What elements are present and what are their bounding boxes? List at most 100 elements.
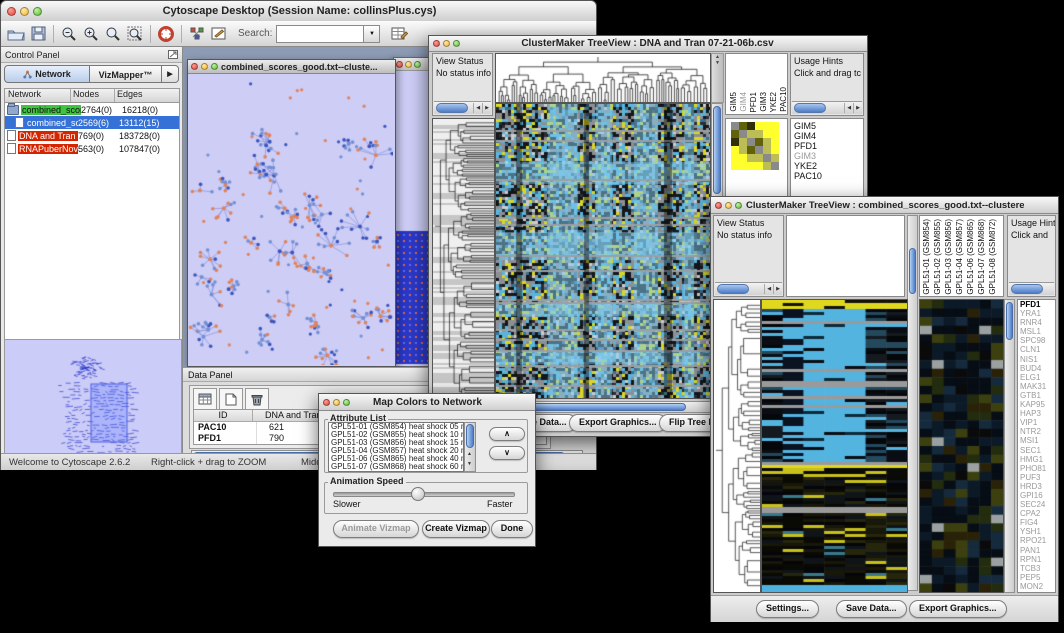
attribute-item[interactable]: GPL51-07 (GSM868) heat shock 60 min xyxy=(329,463,463,471)
attribute-list[interactable]: GPL51-01 (GSM854) heat shock 05 minGPL51… xyxy=(328,422,464,472)
zoom-fit-icon[interactable] xyxy=(124,24,146,44)
tv2-gene-label[interactable]: SEC24 xyxy=(1020,500,1055,509)
attribute-list-vscroll[interactable]: ▲ ▼ xyxy=(464,422,476,472)
network-canvas[interactable] xyxy=(188,74,393,365)
network-overview[interactable] xyxy=(4,339,182,463)
tv2-gene-label[interactable]: VIP1 xyxy=(1020,418,1055,427)
tv2-gene-label[interactable]: HAP3 xyxy=(1020,409,1055,418)
tv1-row-label[interactable]: GIM5 xyxy=(794,121,863,131)
tv2-gene-label[interactable]: CPA2 xyxy=(1020,509,1055,518)
network-table-row[interactable]: RNAPuberNov2+563(0)107847(0) xyxy=(5,142,179,155)
minimize-button[interactable] xyxy=(725,202,732,209)
tv2-gene-label[interactable]: MAK31 xyxy=(1020,382,1055,391)
tv1-heatmap[interactable] xyxy=(495,103,711,399)
tv2-gene-label[interactable]: PEP5 xyxy=(1020,573,1055,582)
search-input[interactable] xyxy=(276,25,364,43)
tv2-gene-label[interactable]: GPI16 xyxy=(1020,491,1055,500)
export-graphics-button[interactable]: Export Graphics... xyxy=(909,600,1007,618)
network-table-row[interactable]: combined_sco2569(6)13112(15) xyxy=(5,116,179,129)
help-icon[interactable] xyxy=(155,24,177,44)
tv1-row-label[interactable]: GIM4 xyxy=(794,131,863,141)
minimize-button[interactable] xyxy=(333,399,340,406)
tv2-gene-label[interactable]: MON2 xyxy=(1020,582,1055,591)
treeview1-title-bar[interactable]: ClusterMaker TreeView : DNA and Tran 07-… xyxy=(429,36,867,52)
zoom-button[interactable] xyxy=(211,63,218,70)
tv1-hints-hscroll[interactable]: ◀ ▶ xyxy=(792,101,862,114)
scroll-down-icon[interactable]: ▼ xyxy=(467,461,472,467)
save-data-button[interactable]: Save Data... xyxy=(836,600,907,618)
close-button[interactable] xyxy=(715,202,722,209)
tv2-gene-label[interactable]: TCB3 xyxy=(1020,564,1055,573)
dialog-title-bar[interactable]: Map Colors to Network xyxy=(319,394,535,411)
tv1-row-label[interactable]: YKE2 xyxy=(794,161,863,171)
animation-slider-thumb[interactable] xyxy=(411,487,425,501)
zoom-button[interactable] xyxy=(343,399,350,406)
tv2-gene-label[interactable]: HMG1 xyxy=(1020,455,1055,464)
create-attribute-icon[interactable] xyxy=(219,388,243,410)
main-title-bar[interactable]: Cytoscape Desktop (Session Name: collins… xyxy=(1,1,596,22)
tv2-gene-label[interactable]: CLN1 xyxy=(1020,345,1055,354)
tv2-gene-label[interactable]: NTR2 xyxy=(1020,427,1055,436)
tab-vizmapper[interactable]: VizMapper™ xyxy=(90,65,162,83)
tv2-zoom-vscroll[interactable] xyxy=(1004,299,1015,593)
zoom-button[interactable] xyxy=(735,202,742,209)
tv1-row-label[interactable]: PAC10 xyxy=(794,171,863,181)
tv2-status-hscroll[interactable]: ◀ ▶ xyxy=(715,282,782,295)
tv2-gene-label[interactable]: RPO21 xyxy=(1020,536,1055,545)
tv1-column-dendrogram[interactable] xyxy=(495,53,711,103)
tv1-status-hscroll[interactable]: ◀ ▶ xyxy=(434,101,491,114)
tv2-gene-label[interactable]: SPC98 xyxy=(1020,336,1055,345)
close-button[interactable] xyxy=(191,63,198,70)
more-tabs-button[interactable]: ▶ xyxy=(162,65,179,83)
tv2-gene-label[interactable]: YSH1 xyxy=(1020,527,1055,536)
scroll-left-icon[interactable]: ◀ xyxy=(764,284,773,294)
zoom-out-icon[interactable] xyxy=(58,24,80,44)
select-attributes-icon[interactable] xyxy=(193,388,217,410)
tv2-gene-label[interactable]: FIG4 xyxy=(1020,518,1055,527)
close-button[interactable] xyxy=(7,7,16,16)
close-button[interactable] xyxy=(323,399,330,406)
tv2-row-dendrogram[interactable] xyxy=(713,299,761,593)
move-up-button[interactable]: ∧ xyxy=(489,427,525,441)
close-button[interactable] xyxy=(396,61,403,68)
tv2-gene-label[interactable]: PAN1 xyxy=(1020,546,1055,555)
tab-network[interactable]: Network xyxy=(4,65,90,83)
window-controls[interactable] xyxy=(7,7,42,16)
float-panel-icon[interactable] xyxy=(168,46,178,64)
save-icon[interactable] xyxy=(27,24,49,44)
tv2-gene-label[interactable]: YRA1 xyxy=(1020,309,1055,318)
scroll-right-icon[interactable]: ▶ xyxy=(773,284,782,294)
tv2-gene-label[interactable]: MSL1 xyxy=(1020,327,1055,336)
open-icon[interactable] xyxy=(5,24,27,44)
scroll-left-icon[interactable]: ◀ xyxy=(473,103,482,113)
minimize-button[interactable] xyxy=(20,7,29,16)
scroll-left-icon[interactable]: ◀ xyxy=(844,103,853,113)
close-button[interactable] xyxy=(433,40,440,47)
scroll-right-icon[interactable]: ▶ xyxy=(853,103,862,113)
minimize-button[interactable] xyxy=(201,63,208,70)
zoom-button[interactable] xyxy=(33,7,42,16)
col-header-network[interactable]: Network xyxy=(5,89,71,102)
export-graphics-button[interactable]: Export Graphics... xyxy=(569,414,667,432)
data-col-id[interactable]: ID xyxy=(194,410,253,421)
tv2-zoom-heatmap[interactable] xyxy=(919,299,1004,593)
tv2-gene-label[interactable]: BUD4 xyxy=(1020,364,1055,373)
tv2-gene-label[interactable]: RPN1 xyxy=(1020,555,1055,564)
zoom-in-icon[interactable] xyxy=(80,24,102,44)
move-down-button[interactable]: ∨ xyxy=(489,446,525,460)
annotation-icon[interactable] xyxy=(208,24,230,44)
minimize-button[interactable] xyxy=(443,40,450,47)
scroll-up-icon[interactable]: ▲ xyxy=(467,451,472,457)
tv2-gene-label[interactable]: GTB1 xyxy=(1020,391,1055,400)
tv2-heatmap[interactable] xyxy=(761,299,908,593)
tv1-row-dendrogram[interactable] xyxy=(432,118,495,400)
animate-vizmap-button[interactable]: Animate Vizmap xyxy=(333,520,419,538)
network-table-row[interactable]: combined_scores2764(0)16218(0) xyxy=(5,103,179,116)
zoom-button[interactable] xyxy=(414,61,421,68)
tv2-gene-label[interactable]: RNR4 xyxy=(1020,318,1055,327)
scroll-right-icon[interactable]: ▶ xyxy=(482,103,491,113)
col-header-nodes[interactable]: Nodes xyxy=(71,89,115,102)
done-button[interactable]: Done xyxy=(491,520,533,538)
tv2-gene-label[interactable]: PUF3 xyxy=(1020,473,1055,482)
create-vizmap-button[interactable]: Create Vizmap xyxy=(422,520,490,538)
